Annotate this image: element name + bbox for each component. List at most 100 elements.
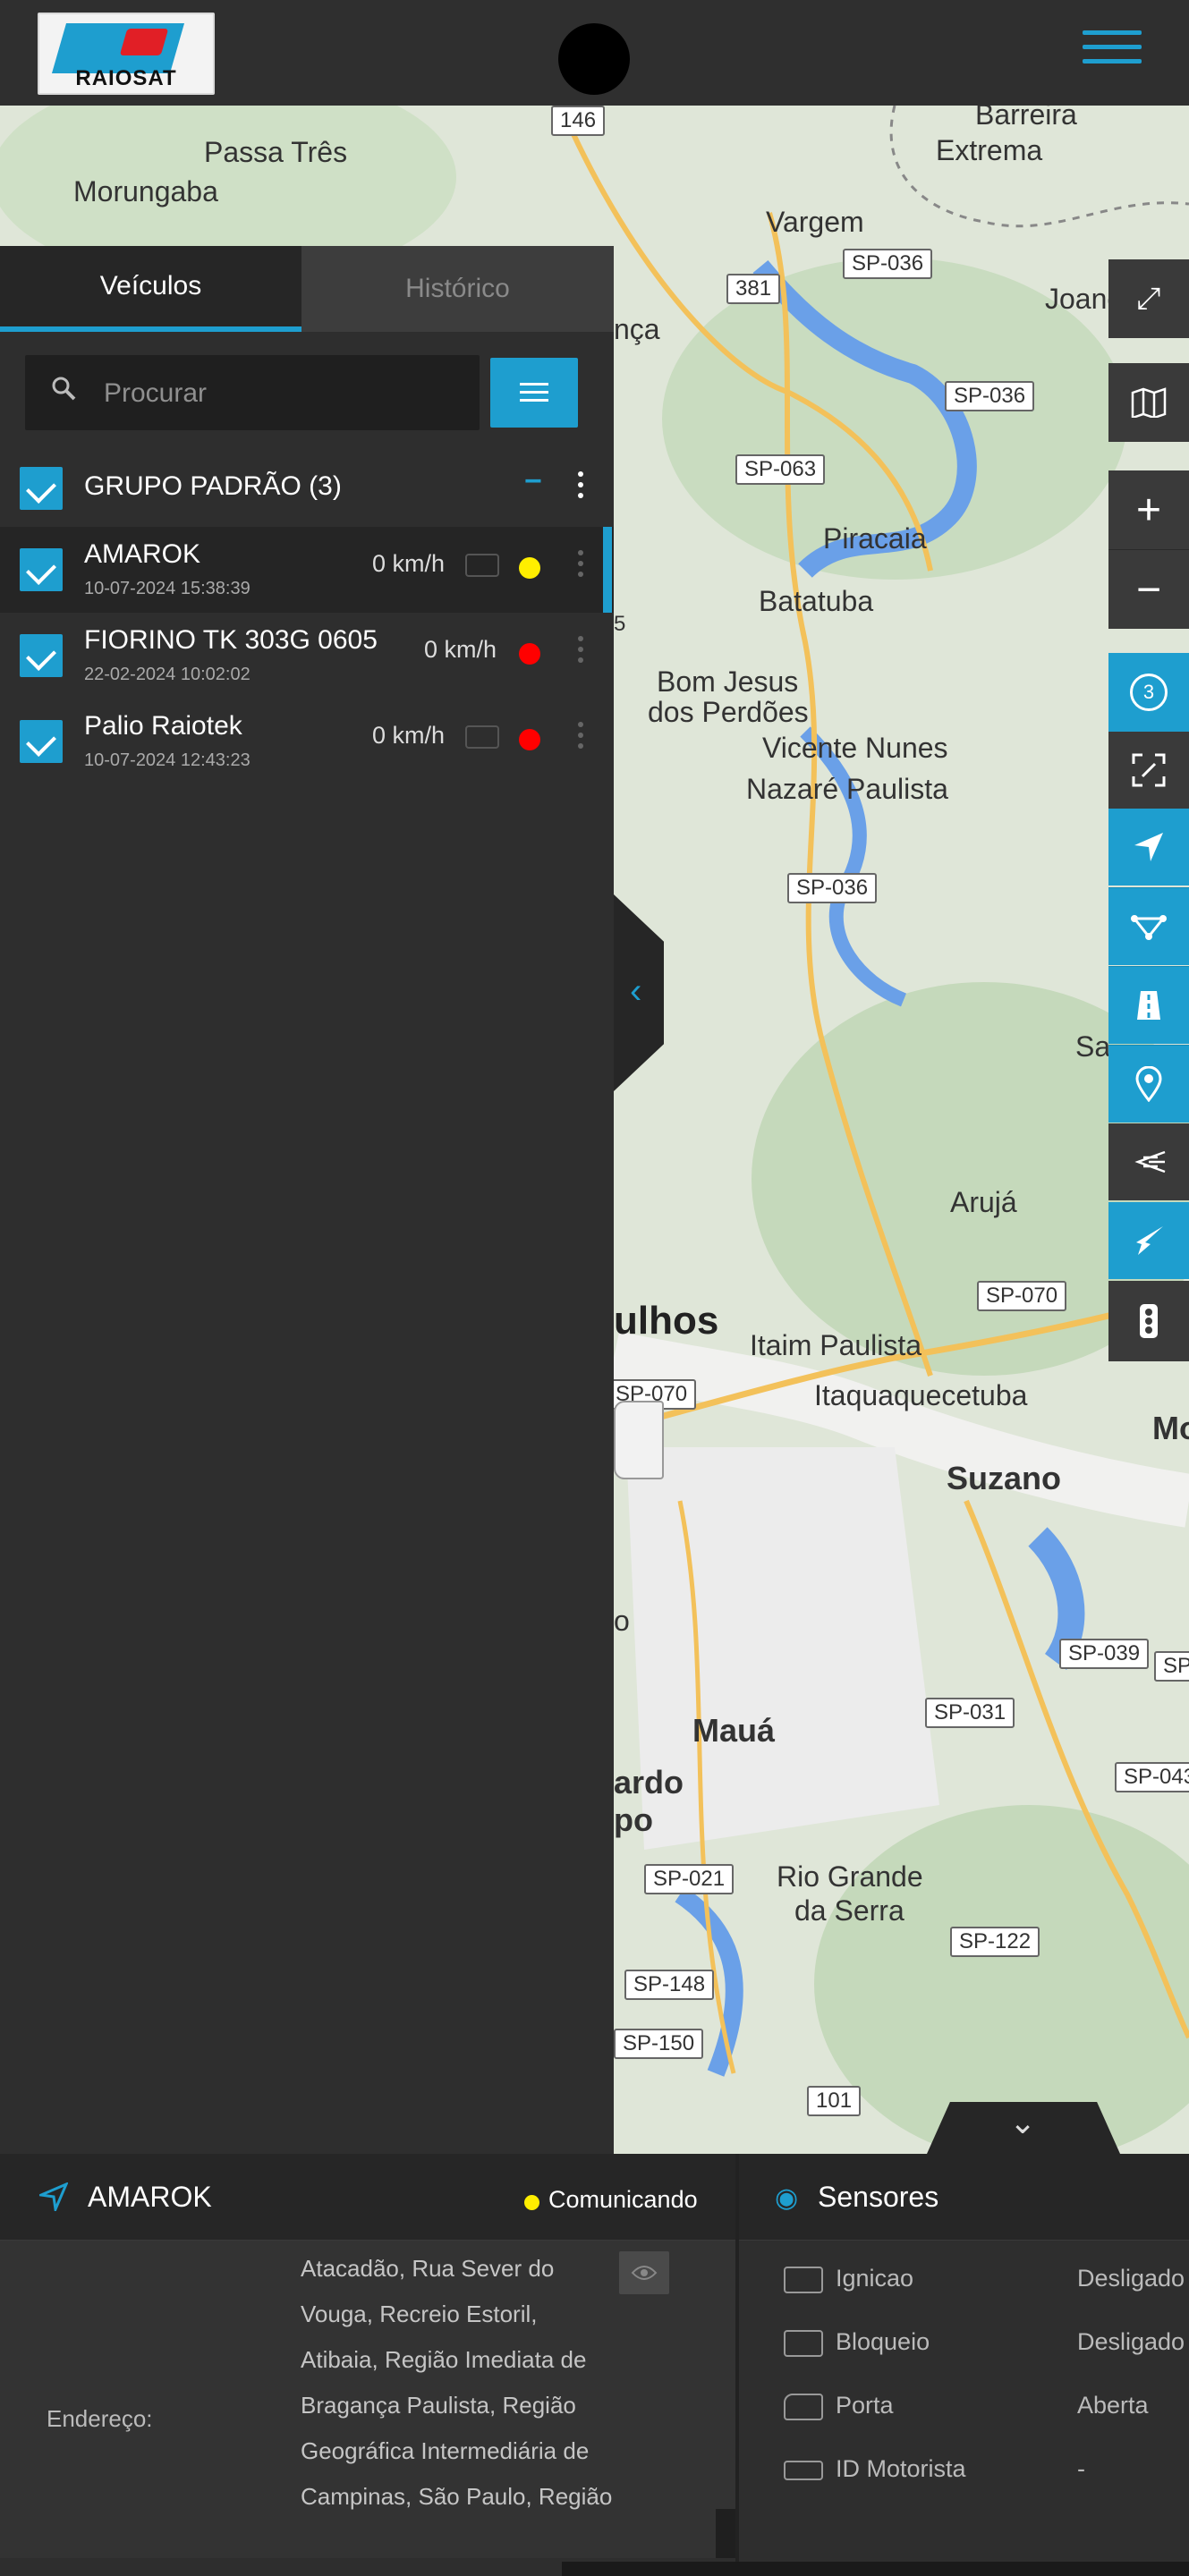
details-panel: AMAROK Comunicando ◉ Sensores Endereço: … xyxy=(0,2154,1189,2576)
expand-panel-button[interactable]: ⌄ xyxy=(927,2102,1120,2154)
sensor-value: Desligado xyxy=(1077,2328,1185,2355)
address-value: Atacadão, Rua Sever do Vouga, Recreio Es… xyxy=(301,2246,612,2520)
engine-block-icon xyxy=(784,2330,823,2357)
driver-id-icon xyxy=(784,2461,823,2480)
route-shield: 101 xyxy=(807,2086,862,2116)
search-box xyxy=(25,355,480,432)
hamburger-icon[interactable] xyxy=(1083,30,1142,75)
chevron-left-icon: ‹ xyxy=(630,971,642,1011)
address-line: Campinas, São Paulo, Região xyxy=(301,2483,613,2510)
route-shield: SP-036 xyxy=(945,381,1035,411)
route-shield: SP xyxy=(1154,1651,1189,1682)
info-status-text: Comunicando xyxy=(548,2186,698,2213)
sensor-value: Aberta xyxy=(1077,2392,1149,2419)
sensor-label: ID Motorista xyxy=(836,2455,966,2482)
route-shield: SP-070 xyxy=(977,1281,1067,1311)
address-line: Bragança Paulista, Região xyxy=(301,2392,576,2419)
fit-bounds-icon[interactable] xyxy=(1108,732,1189,809)
route-shield: SP-150 xyxy=(614,2029,704,2059)
vehicle-menu-icon[interactable] xyxy=(576,636,585,672)
navigation-icon[interactable] xyxy=(1108,809,1189,886)
map-place-label: Suzano xyxy=(947,1460,1062,1496)
route-shield: SP-148 xyxy=(624,1970,715,2000)
location-pin-icon[interactable] xyxy=(1108,1045,1189,1123)
navigation-arrow-icon xyxy=(36,2182,69,2216)
top-bar: RAIOSAT xyxy=(0,0,1189,106)
vehicle-date: 22-02-2024 10:02:02 xyxy=(84,665,251,684)
address-line: Atacadão, Rua Sever do xyxy=(301,2255,555,2282)
engine-icon xyxy=(465,725,499,749)
vehicle-menu-icon[interactable] xyxy=(576,550,585,586)
sensor-value: Desligado xyxy=(1077,2265,1185,2292)
filter-list-button[interactable] xyxy=(490,358,578,428)
map-place-label: Arujá xyxy=(950,1186,1017,1218)
search-input[interactable] xyxy=(102,355,472,432)
group-collapse-button[interactable]: − xyxy=(524,464,542,499)
map-layers-icon[interactable] xyxy=(1108,363,1189,442)
zoom-out-button[interactable]: − xyxy=(1108,549,1189,629)
traffic-light-icon[interactable] xyxy=(1108,1281,1189,1361)
route-icon[interactable] xyxy=(1108,887,1189,965)
route-shield: 146 xyxy=(551,106,606,136)
group-checkbox[interactable] xyxy=(20,467,63,510)
status-dot xyxy=(519,729,540,750)
zoom-in-button[interactable]: + xyxy=(1108,470,1189,549)
route-shield: SP-039 xyxy=(1059,1639,1150,1669)
group-menu-icon[interactable] xyxy=(576,471,585,507)
tab-historico[interactable]: Histórico xyxy=(301,246,614,332)
vehicle-row[interactable]: FIORINO TK 303G 0605 22-02-2024 10:02:02… xyxy=(0,613,614,699)
vehicle-row[interactable]: Palio Raiotek 10-07-2024 12:43:23 0 km/h xyxy=(0,699,614,784)
vehicle-row[interactable]: AMAROK 10-07-2024 15:38:39 0 km/h xyxy=(0,527,614,613)
logo-text: RAIOSAT xyxy=(75,66,177,90)
group-label: GRUPO PADRÃO (3) xyxy=(84,471,342,501)
map-place-label: Mauá xyxy=(692,1712,776,1749)
vehicle-info-body: Endereço: Atacadão, Rua Sever do Vouga, … xyxy=(0,2241,735,2558)
car-door-icon xyxy=(784,2394,823,2420)
map-place-label: dos Perdões xyxy=(648,696,809,728)
address-label: Endereço: xyxy=(47,2405,153,2432)
map-place-label: Vargem xyxy=(766,206,864,238)
map-place-label: po xyxy=(614,1801,653,1838)
ignition-key-icon xyxy=(784,2267,823,2293)
address-line: Geográfica Intermediária de xyxy=(301,2437,590,2464)
route-shield: SP-031 xyxy=(925,1698,1015,1728)
vehicle-checkbox[interactable] xyxy=(20,720,63,763)
map-place-label: Barreira xyxy=(975,106,1077,131)
road-icon[interactable] xyxy=(1108,966,1189,1044)
map-place-label: Nazaré Paulista xyxy=(746,773,948,805)
sensors-header: ◉ Sensores xyxy=(739,2154,1189,2241)
vehicle-speed: 0 km/h xyxy=(372,722,446,749)
sensor-signal-icon: ◉ xyxy=(775,2183,799,2213)
vehicle-checkbox[interactable] xyxy=(20,634,63,677)
map-place-label: Itaim Paulista xyxy=(750,1329,922,1361)
tab-veiculos[interactable]: Veículos xyxy=(0,246,301,332)
cluster-button[interactable]: 3 xyxy=(1108,653,1189,732)
vehicle-marker[interactable] xyxy=(614,1401,664,1479)
vehicle-name: FIORINO TK 303G 0605 xyxy=(84,625,378,655)
map-place-label: Piracaia xyxy=(823,522,927,555)
group-row[interactable]: GRUPO PADRÃO (3) − xyxy=(0,450,614,527)
route-shield: SP-021 xyxy=(644,1864,735,1894)
search-icon xyxy=(50,375,77,409)
history-trail-icon[interactable] xyxy=(1108,1123,1189,1200)
vehicle-menu-icon[interactable] xyxy=(576,722,585,758)
cluster-count: 3 xyxy=(1130,674,1168,711)
pointer-icon[interactable] xyxy=(1108,1202,1189,1279)
sidebar-tabs: Veículos Histórico xyxy=(0,246,614,332)
info-scrollbar[interactable] xyxy=(716,2509,735,2558)
engine-icon xyxy=(465,554,499,577)
map-place-label: ardo xyxy=(614,1764,684,1801)
eye-icon[interactable] xyxy=(619,2251,669,2294)
sensor-value: - xyxy=(1077,2455,1085,2482)
address-line: Atibaia, Região Imediata de xyxy=(301,2346,587,2373)
vehicle-checkbox[interactable] xyxy=(20,548,63,591)
route-shield: SP-036 xyxy=(787,873,878,903)
route-shield: SP-122 xyxy=(950,1927,1040,1957)
address-line: Vouga, Recreio Estoril, xyxy=(301,2301,538,2327)
fullscreen-icon[interactable]: ⤢ xyxy=(1108,259,1189,338)
sensor-row: ID Motorista - xyxy=(739,2445,1189,2498)
map-place-label: Passa Três xyxy=(204,136,348,168)
info-status-dot xyxy=(524,2195,539,2210)
vehicle-name: AMAROK xyxy=(84,539,201,569)
raiosat-logo[interactable]: RAIOSAT xyxy=(38,13,215,95)
